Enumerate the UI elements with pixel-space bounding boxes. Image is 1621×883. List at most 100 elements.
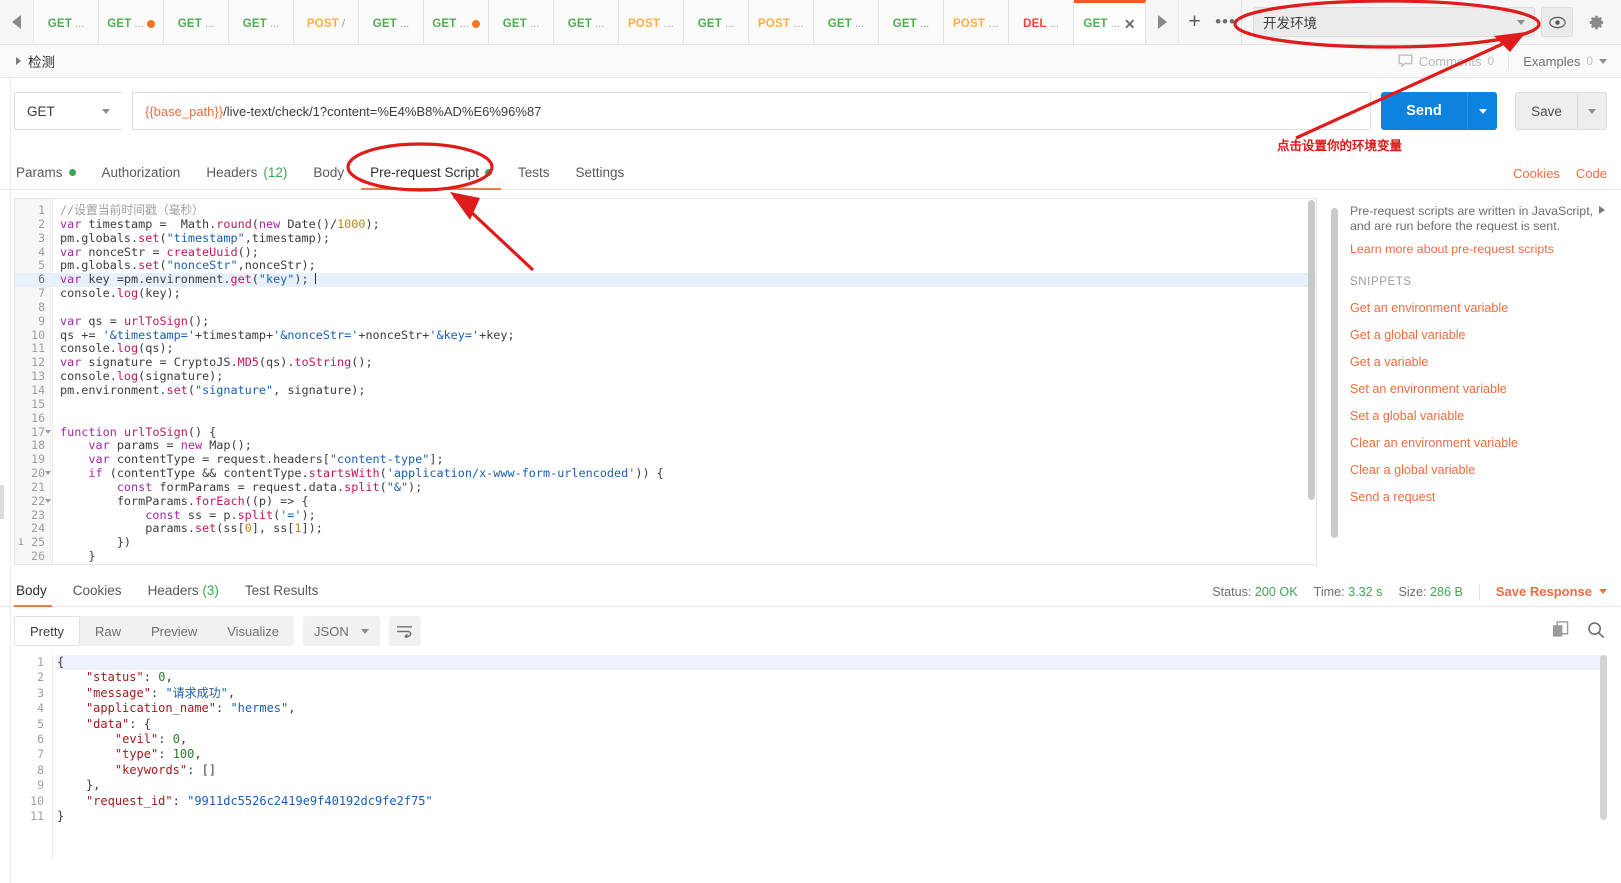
editor-code-line: pm.globals.set("nonceStr",nonceStr); [60, 258, 316, 273]
status-value: 200 OK [1254, 584, 1298, 599]
response-tab-headers[interactable]: Headers (3) [135, 583, 232, 606]
copy-button[interactable] [1552, 621, 1569, 641]
response-scrollbar[interactable] [1600, 655, 1607, 845]
request-tab[interactable]: GET... [489, 0, 554, 44]
settings-button[interactable] [1579, 7, 1611, 37]
tabs-scroll-left-button[interactable] [0, 0, 34, 44]
http-method-value: GET [27, 103, 55, 119]
editor-code-line: } [60, 549, 96, 564]
response-format-selector[interactable]: JSON [303, 616, 380, 646]
response-format-value: JSON [314, 623, 349, 639]
tab-name: … [793, 17, 805, 30]
code-link[interactable]: Code [1576, 166, 1607, 181]
collapse-panel-icon[interactable] [1599, 206, 1605, 214]
code-fold-icon[interactable] [45, 471, 51, 476]
save-button[interactable]: Save [1515, 92, 1577, 130]
editor-code[interactable]: //设置当前时间戳（毫秒） var timestamp = Math.round(… [53, 199, 1316, 564]
tab-name: … [988, 17, 1000, 30]
tab-label: Params [16, 165, 63, 180]
cookies-link[interactable]: Cookies [1513, 166, 1560, 181]
size-label: Size: [1398, 584, 1427, 599]
save-response-button[interactable]: Save Response [1478, 584, 1607, 599]
comments-label: Comments [1418, 53, 1482, 69]
snippet-item[interactable]: Get an environment variable [1350, 301, 1597, 315]
snippet-item[interactable]: Clear a global variable [1350, 463, 1597, 477]
sidebar-drag-handle[interactable] [0, 485, 4, 519]
request-tab-tests[interactable]: Tests [505, 165, 563, 189]
code-fold-icon[interactable] [45, 429, 51, 434]
code-fold-icon[interactable] [45, 498, 51, 503]
tab-name: ... [1049, 17, 1059, 30]
snippet-item[interactable]: Set an environment variable [1350, 382, 1597, 396]
response-line-numbers: 1 2 3 4 5 6 7 8 9 10 11 [14, 655, 52, 860]
environment-quick-look-button[interactable] [1541, 7, 1573, 37]
tabs-scroll-right-button[interactable] [1146, 0, 1178, 44]
pre-request-script-area: 1 2 3 4 5 6 7 8 9 10 11 12 13 14 15 16 17 18 19 20 21 22 23 24 2… [0, 190, 1621, 565]
response-tab-body[interactable]: Body [14, 583, 60, 607]
search-button[interactable] [1587, 621, 1605, 642]
expand-triangle-icon[interactable] [16, 57, 21, 65]
request-tab[interactable]: POST… [944, 0, 1009, 44]
editor-line-number: 14 [31, 382, 45, 397]
send-options-button[interactable] [1467, 92, 1497, 130]
examples-dropdown[interactable]: Examples 0 [1509, 54, 1607, 69]
snippet-item[interactable]: Get a variable [1350, 355, 1597, 369]
learn-more-link[interactable]: Learn more about pre-request scripts [1350, 242, 1597, 256]
request-tab-pre-request-script[interactable]: Pre-request Script [357, 165, 505, 190]
save-options-button[interactable] [1577, 92, 1607, 130]
request-tab[interactable]: GET... [554, 0, 619, 44]
script-editor[interactable]: 1 2 3 4 5 6 7 8 9 10 11 12 13 14 15 16 17 18 19 20 21 22 23 24 2… [14, 198, 1317, 565]
comments-button[interactable]: Comments 0 [1398, 53, 1510, 69]
snippet-item[interactable]: Get a global variable [1350, 328, 1597, 342]
request-tab-authorization[interactable]: Authorization [89, 165, 194, 189]
view-mode-visualize[interactable]: Visualize [212, 616, 294, 646]
request-tab[interactable]: GET... [879, 0, 944, 44]
request-tab-body[interactable]: Body [300, 165, 357, 189]
snippets-scrollbar-thumb[interactable] [1331, 208, 1338, 538]
editor-scrollbar[interactable] [1308, 200, 1315, 563]
url-input[interactable]: {{base_path}}/live-text/check/1?content=… [132, 92, 1371, 130]
snippets-scrollbar[interactable] [1331, 204, 1338, 565]
view-mode-raw[interactable]: Raw [80, 616, 136, 646]
close-icon[interactable]: ✕ [1124, 17, 1136, 31]
send-button[interactable]: Send [1381, 92, 1467, 130]
chevron-down-icon [1599, 589, 1607, 594]
request-tab[interactable]: GET... [359, 0, 424, 44]
snippet-item[interactable]: Clear an environment variable [1350, 436, 1597, 450]
request-tab[interactable]: POST… [619, 0, 684, 44]
request-tab[interactable]: GET... [99, 0, 164, 44]
request-tab-headers[interactable]: Headers (12) [193, 165, 300, 189]
request-tab-settings[interactable]: Settings [562, 165, 637, 189]
snippet-item[interactable]: Set a global variable [1350, 409, 1597, 423]
request-tab[interactable]: GET... [164, 0, 229, 44]
request-tab[interactable]: POST / [294, 0, 359, 44]
view-mode-preview[interactable]: Preview [136, 616, 212, 646]
url-variable-token: {{base_path}} [145, 103, 224, 119]
request-tab[interactable]: GET... [684, 0, 749, 44]
response-scrollbar-thumb[interactable] [1600, 655, 1607, 820]
request-tab[interactable]: GET... [424, 0, 489, 44]
text-cursor [314, 273, 316, 285]
request-tab[interactable]: GET... [814, 0, 879, 44]
snippet-item[interactable]: Send a request [1350, 490, 1597, 504]
request-tab[interactable]: POST… [749, 0, 814, 44]
editor-line-number: 2 [38, 216, 45, 231]
request-tab[interactable]: GET... ✕ [1074, 0, 1146, 44]
response-body-viewer[interactable]: 1 2 3 4 5 6 7 8 9 10 11 { "status": 0, "message": … [0, 655, 1621, 860]
editor-code-line: qs += '&timestamp='+timestamp+'&nonceStr… [60, 327, 515, 342]
response-tab-test-results[interactable]: Test Results [232, 583, 332, 606]
request-tab-params[interactable]: Params [14, 165, 89, 189]
tab-overflow-menu-button[interactable]: ••• [1210, 0, 1242, 44]
time-group: Time: 3.32 s [1314, 585, 1383, 599]
request-tab[interactable]: GET... [34, 0, 99, 44]
wrap-lines-button[interactable] [388, 616, 421, 646]
response-line-number: 3 [37, 685, 44, 700]
request-tab[interactable]: GET... [229, 0, 294, 44]
http-method-selector[interactable]: GET [14, 92, 122, 130]
environment-selector[interactable]: 开发环境 [1253, 7, 1535, 37]
request-tab[interactable]: DEL... [1009, 0, 1074, 44]
new-tab-button[interactable]: + [1178, 0, 1210, 44]
response-tab-cookies[interactable]: Cookies [60, 583, 135, 606]
editor-scrollbar-thumb[interactable] [1308, 200, 1315, 500]
view-mode-pretty[interactable]: Pretty [14, 616, 80, 646]
